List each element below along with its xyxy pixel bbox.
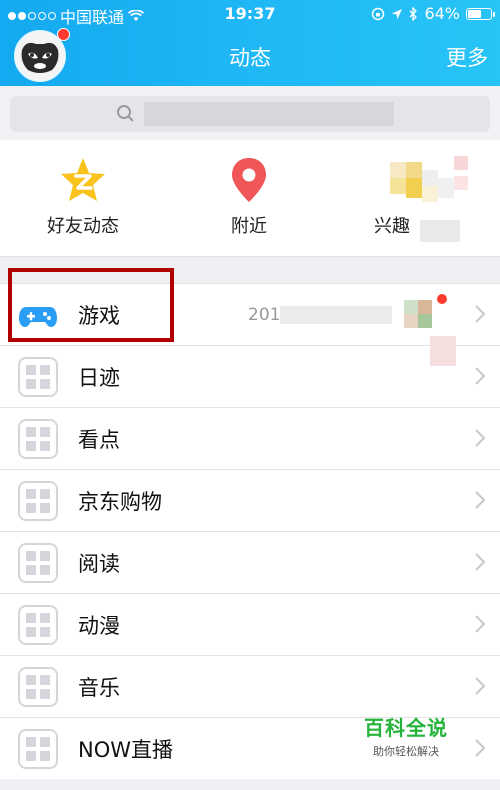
search-icon	[117, 105, 134, 122]
status-bar: 中国联通 19:37 64%	[0, 0, 500, 28]
bluetooth-icon	[409, 6, 418, 21]
header-bar: 中国联通 19:37 64% 动态 更多	[0, 0, 500, 86]
app-placeholder-icon	[18, 419, 58, 459]
list-item-music[interactable]: 音乐	[0, 656, 500, 718]
watermark-main: 百科全说	[364, 716, 448, 740]
quick-action-label: 附近	[231, 216, 267, 237]
battery-fill	[468, 9, 482, 18]
quick-action-label: 好友动态	[47, 216, 119, 237]
list-item-reading[interactable]: 阅读	[0, 532, 500, 594]
chevron-right-icon	[475, 739, 486, 757]
quick-action-interest[interactable]: 兴趣	[332, 140, 498, 256]
feature-list: 游戏 201 日迹 看点 京东购物 阅读 动漫 音乐 NOW直播	[0, 283, 500, 779]
more-button[interactable]: 更多	[446, 42, 488, 72]
chevron-right-icon	[475, 677, 486, 695]
location-arrow-icon	[392, 8, 403, 19]
chevron-right-icon	[475, 305, 486, 323]
game-thumbnail	[404, 300, 432, 328]
list-item-label: 音乐	[78, 676, 120, 700]
watermark-sub: 助你轻松解决	[373, 745, 439, 758]
quick-actions: 好友动态 附近 兴趣	[0, 140, 500, 257]
blurred-overflow-mask	[430, 336, 456, 366]
list-item-label: 动漫	[78, 614, 120, 638]
location-pin-icon	[232, 158, 266, 202]
interest-icon	[332, 156, 498, 206]
rotation-lock-icon	[372, 7, 385, 20]
battery-percent: 64%	[424, 4, 460, 23]
list-item-label: 日迹	[78, 366, 120, 390]
star-icon	[61, 158, 105, 201]
avatar-notification-dot	[57, 28, 70, 41]
list-item-label: 阅读	[78, 552, 120, 576]
app-placeholder-icon	[18, 729, 58, 769]
page-title: 动态	[229, 46, 271, 70]
search-input[interactable]	[10, 96, 490, 132]
app-placeholder-icon	[18, 605, 58, 645]
blurred-detail-mask	[280, 306, 392, 324]
app-placeholder-icon	[18, 667, 58, 707]
chevron-right-icon	[475, 429, 486, 447]
chevron-right-icon	[475, 367, 486, 385]
blurred-placeholder	[144, 102, 394, 126]
chevron-right-icon	[475, 553, 486, 571]
app-placeholder-icon	[18, 543, 58, 583]
list-item-anime[interactable]: 动漫	[0, 594, 500, 656]
quick-action-friends-feed[interactable]: 好友动态	[0, 140, 166, 256]
list-item-label: 看点	[78, 428, 120, 452]
list-item-daily-trace[interactable]: 日迹	[0, 346, 500, 408]
highlight-box	[8, 268, 174, 342]
app-placeholder-icon	[18, 481, 58, 521]
battery-icon	[466, 7, 495, 20]
list-item-label: 京东购物	[78, 490, 162, 514]
chevron-right-icon	[475, 491, 486, 509]
chevron-right-icon	[475, 615, 486, 633]
list-item-label: NOW直播	[78, 738, 174, 762]
search-area	[0, 86, 500, 140]
list-item-kandian[interactable]: 看点	[0, 408, 500, 470]
blurred-label-mask	[420, 220, 460, 242]
game-notification-dot	[437, 294, 447, 304]
list-item-jd-shopping[interactable]: 京东购物	[0, 470, 500, 532]
watermark: 百科全说 助你轻松解决	[356, 712, 456, 759]
quick-action-nearby[interactable]: 附近	[166, 140, 332, 256]
game-row-detail: 201	[248, 305, 281, 325]
app-placeholder-icon	[18, 357, 58, 397]
